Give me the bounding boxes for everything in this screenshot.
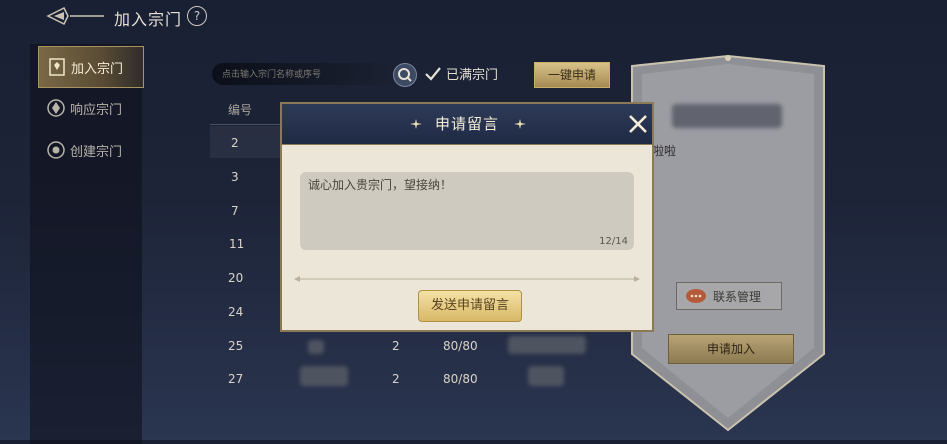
chat-bubble-icon [686, 289, 706, 303]
row-id: 24 [228, 305, 244, 319]
ornament-divider [294, 276, 640, 282]
nav-item-label: 响应宗门 [70, 102, 123, 118]
one-key-apply-button[interactable]: 一键申请 [534, 62, 610, 88]
nav-item-respond-sect[interactable]: 响应宗门 [38, 88, 142, 128]
close-icon[interactable] [626, 112, 650, 136]
member-capacity: 80/80 [443, 372, 478, 386]
redacted-sect-title [672, 104, 782, 128]
row-id: 25 [228, 339, 244, 353]
contact-admin-label: 联系管理 [713, 289, 762, 304]
row-id: 11 [229, 237, 245, 251]
redacted-leader-name [528, 366, 564, 386]
check-icon [425, 66, 441, 81]
nav-item-label: 创建宗门 [70, 144, 123, 160]
row-id: 2 [231, 136, 239, 150]
sect-description-fragment: 啦啦 [652, 144, 677, 158]
apply-join-button[interactable]: 申请加入 [668, 334, 794, 364]
search-icon[interactable] [393, 63, 417, 87]
nav-item-label: 加入宗门 [71, 61, 124, 77]
member-count: 2 [392, 339, 400, 353]
send-message-button[interactable]: 发送申请留言 [418, 290, 522, 322]
back-arrow-icon[interactable] [46, 6, 106, 26]
member-capacity: 80/80 [443, 339, 478, 353]
sect-banner-icon [49, 58, 65, 76]
column-id-header: 编号 [228, 103, 253, 117]
search-input[interactable] [220, 65, 384, 85]
message-textarea[interactable]: 诚心加入贵宗门，望接纳！ 12/14 [300, 172, 634, 250]
message-text: 诚心加入贵宗门，望接纳！ [308, 178, 453, 192]
nav-item-join-sect[interactable]: 加入宗门 [38, 46, 144, 88]
create-emblem-icon [47, 141, 65, 159]
row-id: 27 [228, 372, 244, 386]
member-count: 2 [392, 372, 400, 386]
redacted-sect-icon [308, 340, 324, 354]
nav-item-create-sect[interactable]: 创建宗门 [38, 130, 142, 170]
search-bar [212, 63, 412, 85]
redacted-sect-name [300, 366, 348, 386]
page-title: 加入宗门 [114, 10, 183, 29]
row-id: 20 [228, 271, 244, 285]
dialog-title: 申请留言 [434, 115, 499, 133]
row-id: 7 [231, 204, 239, 218]
row-id: 3 [231, 170, 239, 184]
apply-message-dialog: 申请留言 诚心加入贵宗门，望接纳！ 12/14 发送申请留言 [280, 102, 654, 332]
help-icon[interactable]: ? [187, 6, 207, 26]
respond-emblem-icon [47, 99, 65, 117]
contact-admin-button[interactable]: 联系管理 [676, 282, 782, 310]
redacted-leader-name [508, 336, 586, 354]
side-nav: 加入宗门 响应宗门 创建宗门 [30, 44, 144, 444]
character-counter: 12/14 [599, 236, 628, 247]
full-sect-label: 已满宗门 [446, 68, 499, 83]
full-sect-toggle[interactable]: 已满宗门 [424, 64, 498, 83]
